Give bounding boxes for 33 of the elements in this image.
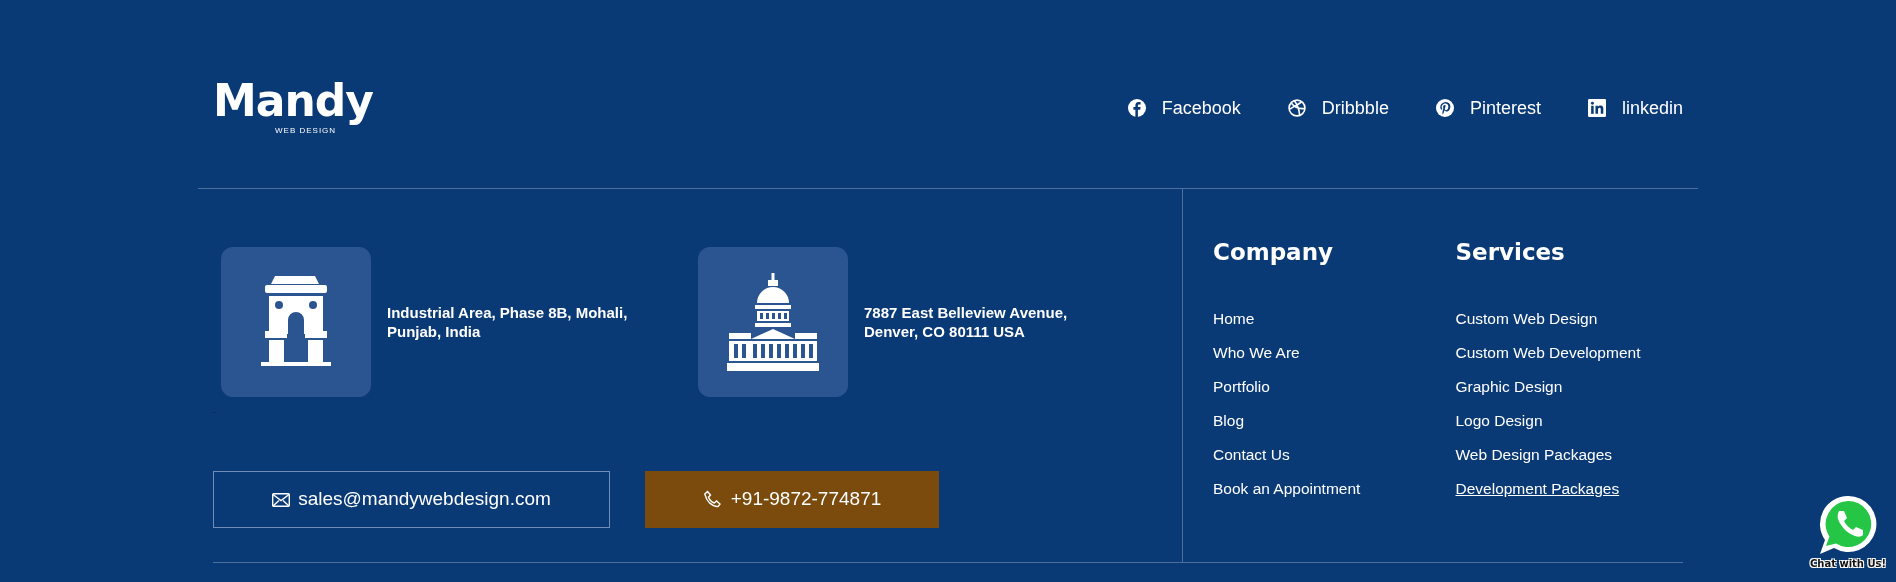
social-link[interactable]: Facebook xyxy=(1127,94,1241,122)
email-button[interactable]: sales@mandywebdesign.com xyxy=(213,471,610,528)
logo-wordmark[interactable]: Mandy xyxy=(213,79,373,123)
menu-heading: Services xyxy=(1455,239,1566,267)
footer-link[interactable]: Custom Web Development xyxy=(1455,342,1698,377)
footer-link[interactable]: Home xyxy=(1213,308,1456,343)
footer-link[interactable]: Book an Appointment xyxy=(1213,478,1456,513)
footer-link[interactable]: Web Design Packages xyxy=(1455,444,1698,479)
footer-link[interactable]: Portfolio xyxy=(1213,376,1456,411)
linkedin-icon xyxy=(1587,99,1606,117)
capitol-icon xyxy=(727,273,819,371)
basketball-icon xyxy=(1287,99,1306,117)
stray-mark: . xyxy=(213,406,216,415)
chat-bubble-icon[interactable] xyxy=(1818,494,1878,556)
logo-tagline: WEB DESIGN xyxy=(275,125,338,137)
address-text: Industrial Area, Phase 8B, Mohali, Punjab, India xyxy=(387,302,629,342)
address-text: 7887 East Belleview Avenue, Denver, CO 80111 USA xyxy=(864,302,1069,342)
footer-link[interactable]: Contact Us xyxy=(1213,444,1456,479)
footer-link[interactable]: Custom Web Design xyxy=(1455,308,1698,343)
menu-heading: Company xyxy=(1213,239,1334,267)
footer-link[interactable]: Who We Are xyxy=(1213,342,1456,377)
footer-link[interactable]: Blog xyxy=(1213,410,1456,445)
pinterest-icon xyxy=(1435,99,1454,117)
phone-icon xyxy=(702,489,723,510)
social-link[interactable]: Pinterest xyxy=(1435,94,1541,122)
envelope-icon xyxy=(272,492,291,507)
footer-link[interactable]: Graphic Design xyxy=(1455,376,1698,411)
social-link[interactable]: Dribbble xyxy=(1287,94,1389,122)
social-link[interactable]: linkedin xyxy=(1587,94,1683,122)
footer-link[interactable]: Development Packages xyxy=(1455,478,1698,513)
facebook-icon xyxy=(1127,99,1146,117)
footer-link[interactable]: Logo Design xyxy=(1455,410,1698,445)
phone-button[interactable]: +91-9872-774871 xyxy=(645,471,939,528)
